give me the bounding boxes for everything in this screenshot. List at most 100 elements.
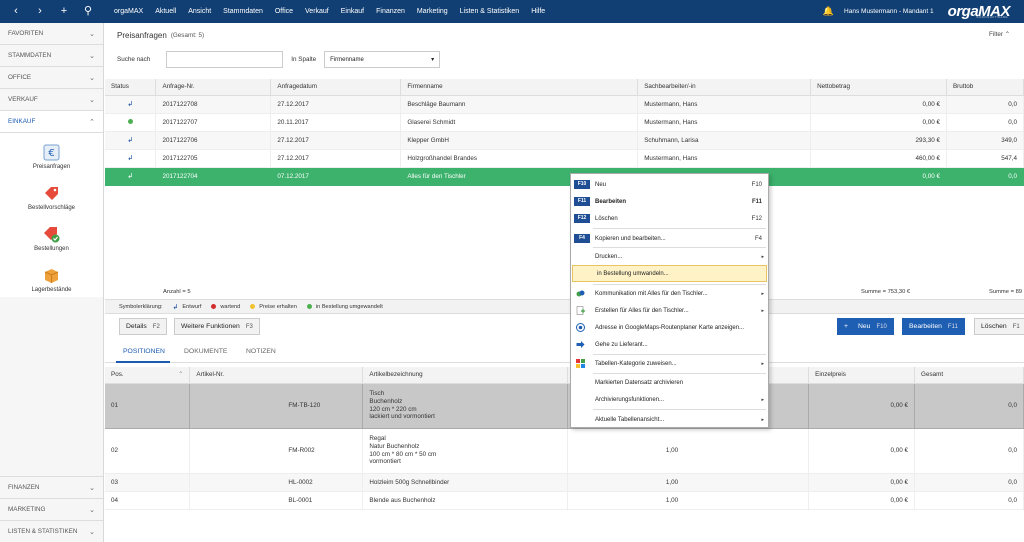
sidebar-section-office[interactable]: OFFICE ⌄ [0, 67, 103, 89]
details-button[interactable]: Details F2 [119, 318, 167, 335]
record-count: (Gesamt: 5) [170, 31, 205, 39]
sidebar-section-verkauf[interactable]: VERKAUF ⌄ [0, 89, 103, 111]
sidebar-bottom: FINANZEN ⌄ MARKETING ⌄ LISTEN & STATISTIKE… [0, 476, 103, 542]
category-grid-icon [576, 359, 585, 368]
menu-listen[interactable]: Listen & Statistiken [454, 0, 526, 23]
sidebar-section-favoriten[interactable]: FAVORITEN ⌄ [0, 23, 103, 45]
table-header-row: Status Anfrage-Nr. Anfragedatum Firmenna… [105, 79, 1024, 96]
column-header-nr[interactable]: Anfrage-Nr. [155, 79, 272, 96]
sidebar-section-marketing[interactable]: MARKETING ⌄ [0, 498, 103, 520]
menu-separator [593, 409, 766, 410]
bell-icon[interactable]: 🔔 [823, 6, 834, 17]
context-menu: F10 Neu F10 F11 Bearbeiten F11 F12 Löschen F12… [570, 173, 769, 428]
menu-marketing[interactable]: Marketing [411, 0, 454, 23]
sidebar-section-finanzen[interactable]: FINANZEN ⌄ [0, 476, 103, 498]
menu-item-bearbeiten[interactable]: F11 Bearbeiten F11 [571, 193, 768, 210]
search-icon[interactable]: ⚲ [79, 0, 97, 23]
menu-aktuell[interactable]: Aktuell [149, 0, 182, 23]
sidebar-section-listen[interactable]: LISTEN & STATISTIKEN ⌄ [0, 520, 103, 542]
column-header-gross[interactable]: Bruttob [946, 79, 1024, 96]
menu-item-tabellen-kategorie[interactable]: Tabellen-Kategorie zuweisen... ▸ [571, 355, 768, 372]
column-header-firm[interactable]: Firmenname [400, 79, 639, 96]
menu-item-archivieren[interactable]: Markierten Datensatz archivieren [571, 374, 768, 391]
row-count: Anzahl = 5 [163, 289, 191, 295]
menu-orgamax[interactable]: orgaMAX [108, 0, 149, 23]
table-row-selected[interactable]: ↲ 2017122704 07.12.2017 Alles für den Ti… [105, 167, 1024, 186]
tab-positionen[interactable]: POSITIONEN [123, 348, 165, 355]
edit-button[interactable]: Bearbeiten F11 [902, 318, 965, 335]
tab-dokumente[interactable]: DOKUMENTE [184, 348, 227, 355]
detail-tabs: POSITIONEN DOKUMENTE NOTIZEN [105, 343, 1024, 363]
tile-lagerbestaende[interactable]: Lagerbestände [0, 256, 103, 297]
column-header-desc[interactable]: Artikelbezeichnung [362, 367, 569, 384]
column-header-net[interactable]: Nettobetrag [810, 79, 947, 96]
chevron-down-icon: ⌄ [89, 96, 95, 104]
action-buttons: Details F2 Weitere Funktionen F3 + Neu F10 B… [105, 318, 1024, 336]
map-target-icon [576, 323, 585, 332]
draft-arrow-icon: ↲ [127, 101, 134, 108]
search-input[interactable] [166, 51, 284, 68]
menu-item-in-bestellung[interactable]: in Bestellung umwandeln... [572, 265, 767, 282]
svg-text:€: € [48, 148, 54, 159]
table-row[interactable]: 03 HL-0002 Holzleim 500g Schnellbinder 1… [105, 473, 1024, 492]
column-header-status[interactable]: Status [105, 79, 157, 96]
menu-item-drucken[interactable]: Drucken... ▸ [571, 248, 768, 265]
tab-notizen[interactable]: NOTIZEN [246, 348, 276, 355]
column-header-artnr[interactable]: Artikel-Nr. [189, 367, 364, 384]
column-header-price[interactable]: Einzelpreis [808, 367, 916, 384]
menu-item-erstellen[interactable]: Erstellen für Alles für den Tischler... ▸ [571, 302, 768, 319]
forward-icon[interactable]: › [31, 0, 49, 23]
submenu-arrow-icon: ▸ [761, 416, 764, 423]
table-row[interactable]: ↲ 2017122708 27.12.2017 Beschläge Bauman… [105, 95, 1024, 114]
legend-item-wartend: wartend [211, 304, 240, 310]
menu-item-googlemaps[interactable]: Adresse in GoogleMaps-Routenplaner Karte… [571, 319, 768, 336]
menu-item-kommunikation[interactable]: Kommunikation mit Alles für den Tischler… [571, 285, 768, 302]
column-header-pos[interactable]: Pos. ⌃ [105, 367, 191, 384]
delete-button[interactable]: Löschen F1 [974, 318, 1024, 335]
table-row[interactable]: ↲ 2017122705 27.12.2017 Holzgroßhandel B… [105, 149, 1024, 168]
menu-verkauf[interactable]: Verkauf [299, 0, 335, 23]
filter-button[interactable]: Filter ⌃ [989, 31, 1010, 38]
menu-stammdaten[interactable]: Stammdaten [217, 0, 269, 23]
tile-preisanfragen[interactable]: € Preisanfragen [0, 133, 103, 174]
draft-arrow-icon: ↲ [172, 303, 179, 311]
draft-arrow-icon: ↲ [127, 137, 134, 144]
tag-check-icon [44, 227, 60, 243]
main-menu: orgaMAX Aktuell Ansicht Stammdaten Offic… [108, 0, 551, 23]
column-select[interactable]: Firmenname ▾ [324, 51, 441, 68]
menu-hilfe[interactable]: Hilfe [525, 0, 551, 23]
menu-einkauf[interactable]: Einkauf [335, 0, 370, 23]
tile-bestellungen[interactable]: Bestellungen [0, 215, 103, 256]
plus-icon[interactable]: + [55, 0, 73, 23]
column-header-total[interactable]: Gesamt [914, 367, 1024, 384]
sidebar-tiles: € Preisanfragen Bestellvorschläge Bestel… [0, 133, 103, 297]
column-header-clerk[interactable]: Sachbearbeiter/-in [637, 79, 812, 96]
sidebar-section-einkauf[interactable]: EINKAUF ⌃ [0, 111, 103, 133]
menu-item-kopieren[interactable]: F4 Kopieren und bearbeiten... F4 [571, 230, 768, 247]
box-icon [44, 269, 59, 283]
menu-item-lieferant[interactable]: Gehe zu Lieferant... [571, 336, 768, 353]
table-row[interactable]: ↲ 2017122706 27.12.2017 Klepper GmbH Sch… [105, 131, 1024, 150]
menu-item-loeschen[interactable]: F12 Löschen F12 [571, 210, 768, 227]
chevron-down-icon: ⌄ [89, 506, 95, 514]
table-row[interactable]: 02 FM-R002 Regal Natur Buchenholz 100 cm *… [105, 428, 1024, 474]
menu-office[interactable]: Office [269, 0, 299, 23]
user-label[interactable]: Hans Mustermann - Mandant 1 [844, 8, 934, 15]
menu-item-neu[interactable]: F10 Neu F10 [571, 176, 768, 193]
menu-ansicht[interactable]: Ansicht [182, 0, 217, 23]
sidebar-section-stammdaten[interactable]: STAMMDATEN ⌄ [0, 45, 103, 67]
new-button[interactable]: + Neu F10 [837, 318, 894, 335]
menu-item-archivierungsfunktionen[interactable]: Archivierungsfunktionen... ▸ [571, 391, 768, 408]
more-functions-button[interactable]: Weitere Funktionen F3 [174, 318, 260, 335]
back-icon[interactable]: ‹ [7, 0, 25, 23]
menu-item-tabellenansicht[interactable]: Aktuelle Tabellenansicht... ▸ [571, 411, 768, 428]
chevron-up-icon: ⌃ [1004, 31, 1010, 38]
table-header-row: Pos. ⌃ Artikel-Nr. Artikelbezeichnung Ein… [105, 367, 1024, 384]
price-requests-table: Status Anfrage-Nr. Anfragedatum Firmenna… [105, 79, 1024, 186]
menu-finanzen[interactable]: Finanzen [370, 0, 411, 23]
column-header-date[interactable]: Anfragedatum [270, 79, 402, 96]
table-row[interactable]: 04 BL-0001 Blende aus Buchenholz 1,00 0,… [105, 491, 1024, 510]
table-row[interactable]: 2017122707 20.11.2017 Glaserei Schmidt M… [105, 113, 1024, 132]
tile-bestellvorschlaege[interactable]: Bestellvorschläge [0, 174, 103, 215]
table-row-selected[interactable]: 01 FM-TB-120 Tisch Buchenholz 120 cm * 220… [105, 383, 1024, 429]
